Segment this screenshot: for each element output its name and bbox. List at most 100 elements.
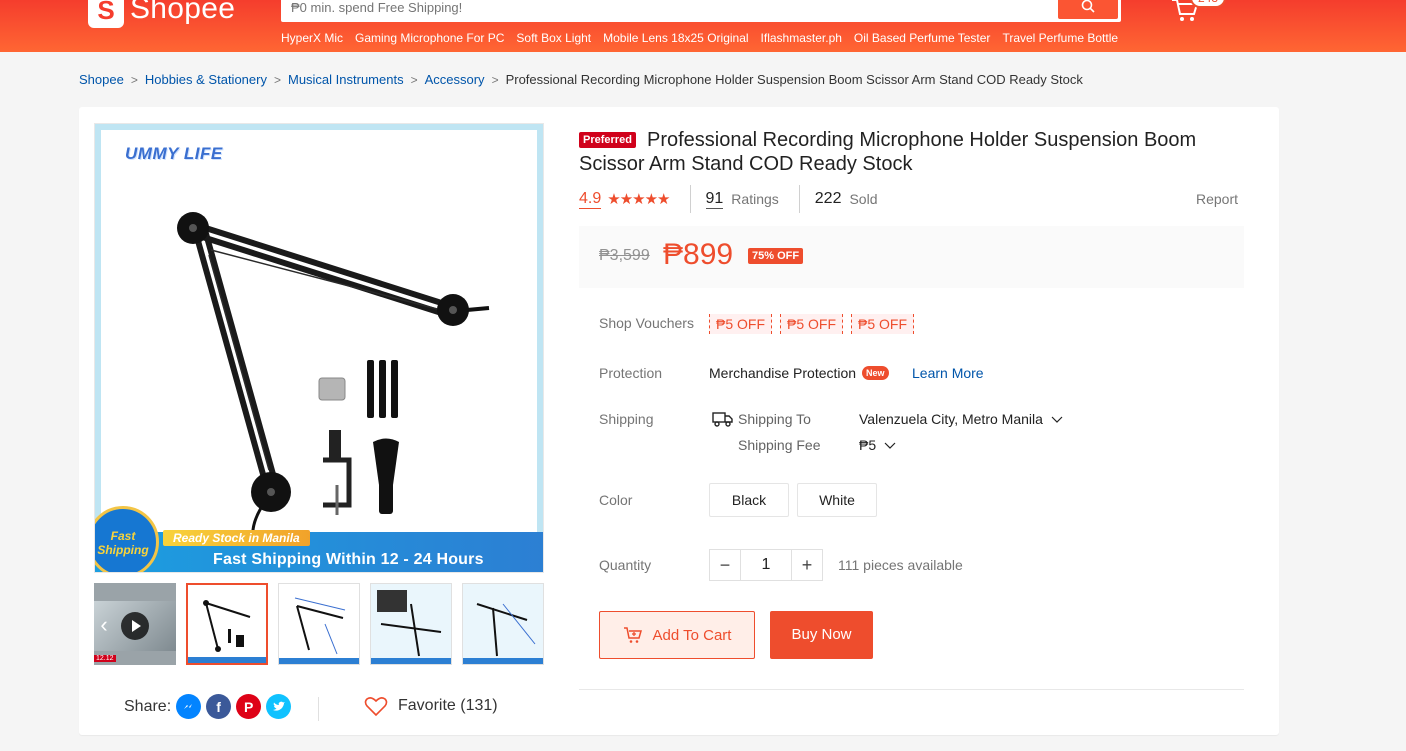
twitter-glyph — [272, 701, 285, 711]
suggestion-link[interactable]: Mobile Lens 18x25 Original — [603, 31, 748, 45]
shipping-to-value: Valenzuela City, Metro Manila — [859, 411, 1043, 427]
quantity-label: Quantity — [599, 557, 652, 573]
sold-count: 222 — [814, 190, 842, 207]
new-badge: New — [862, 366, 889, 380]
heart-icon — [364, 697, 388, 717]
chevron-down-icon — [884, 442, 896, 450]
divider — [798, 185, 800, 213]
product-main-image[interactable]: UMMY LIFE Fast Shipping Within 12 - 24 H… — [94, 123, 544, 573]
shipping-fee-value: ₱5 — [859, 437, 877, 453]
current-price: ₱899 — [663, 238, 734, 271]
chevron-right-icon: > — [410, 72, 418, 87]
breadcrumb-link[interactable]: Hobbies & Stationery — [145, 72, 267, 87]
search-button[interactable] — [1058, 0, 1118, 19]
badge-line: Shipping — [97, 543, 149, 557]
add-cart-icon — [623, 627, 642, 643]
breadcrumb: Shopee > Hobbies & Stationery > Musical … — [79, 72, 1083, 87]
suggestion-link[interactable]: Soft Box Light — [516, 31, 591, 45]
original-price: ₱3,599 — [599, 247, 650, 264]
quantity-input[interactable]: 1 — [741, 549, 791, 581]
favorite-label: Favorite (131) — [398, 697, 498, 714]
thumbnail-image[interactable] — [462, 583, 544, 665]
thumbnail-strip: 12.12 — [94, 583, 544, 665]
search-input[interactable] — [291, 0, 991, 15]
color-option-white[interactable]: White — [797, 483, 877, 517]
image-canvas: UMMY LIFE — [101, 130, 537, 564]
suggestion-link[interactable]: Gaming Microphone For PC — [355, 31, 504, 45]
suggestion-link[interactable]: Iflashmaster.ph — [761, 31, 842, 45]
ratings-count[interactable]: 91 — [705, 190, 724, 209]
rating-value[interactable]: 4.9 — [579, 190, 602, 209]
pinterest-icon[interactable]: P — [236, 694, 262, 719]
chevron-right-icon: > — [491, 72, 499, 87]
play-icon — [121, 612, 149, 640]
divider — [579, 689, 1244, 690]
facebook-icon[interactable]: f — [206, 694, 232, 719]
stock-available: 111 pieces available — [838, 557, 963, 573]
chevron-down-icon — [1051, 416, 1063, 424]
divider — [318, 697, 319, 721]
discount-badge: 75% OFF — [748, 248, 804, 264]
banner-text: Fast Shipping Within 12 - 24 Hours — [213, 551, 484, 568]
protection-text: Merchandise Protection — [709, 365, 857, 381]
messenger-glyph — [183, 703, 192, 709]
divider — [689, 185, 691, 213]
report-link[interactable]: Report — [1196, 191, 1238, 207]
protection-label: Protection — [599, 365, 663, 381]
share-row: Share: f P — [124, 694, 292, 719]
angle-thumb — [463, 584, 543, 664]
twitter-icon[interactable] — [266, 694, 292, 719]
shipping-fee-dropdown[interactable]: ₱5 — [859, 437, 896, 453]
detail-thumb — [371, 584, 451, 664]
suggestion-link[interactable]: Travel Perfume Bottle — [1002, 31, 1118, 45]
chevron-right-icon: > — [273, 72, 281, 87]
learn-more-link[interactable]: Learn More — [912, 365, 984, 381]
quantity-increase-button[interactable]: + — [791, 549, 823, 581]
favorite-button[interactable]: Favorite (131) — [364, 695, 498, 717]
share-label: Share: — [124, 697, 172, 715]
sale-tag: 12.12 — [94, 655, 116, 662]
product-stats: 4.9 ★★★★★ 91 Ratings 222 Sold — [579, 185, 878, 213]
breadcrumb-link[interactable]: Shopee — [79, 72, 124, 87]
truck-icon — [712, 412, 733, 427]
suggestion-link[interactable]: HyperX Mic — [281, 31, 343, 45]
top-header: S Shopee HyperX Mic Gaming Microphone Fo… — [0, 0, 1406, 52]
sold-label: Sold — [849, 191, 878, 207]
voucher-chip[interactable]: ₱5 OFF — [780, 314, 844, 334]
logo-text: Shopee — [130, 0, 236, 25]
breadcrumb-link[interactable]: Musical Instruments — [288, 72, 404, 87]
voucher-chip[interactable]: ₱5 OFF — [851, 314, 915, 334]
quantity-decrease-button[interactable]: − — [709, 549, 741, 581]
boom-arm-thumb — [188, 585, 266, 663]
cart-count-badge: 243 — [1190, 0, 1227, 8]
boom-arm-illustration — [177, 212, 490, 541]
chevron-left-icon[interactable]: ‹ — [94, 612, 114, 640]
ratings-label: Ratings — [731, 191, 779, 207]
breadcrumb-link[interactable]: Accessory — [425, 72, 485, 87]
color-option-black[interactable]: Black — [709, 483, 789, 517]
product-title: Professional Recording Microphone Holder… — [579, 129, 1197, 175]
star-rating-icon: ★★★★★ — [607, 191, 670, 208]
messenger-icon[interactable] — [176, 694, 202, 719]
thumbnail-image[interactable] — [370, 583, 452, 665]
buy-now-button[interactable]: Buy Now — [770, 611, 873, 659]
shipping-to-dropdown[interactable]: Valenzuela City, Metro Manila — [859, 411, 1063, 427]
breadcrumb-current: Professional Recording Microphone Holder… — [505, 72, 1083, 87]
ready-stock-tag: Ready Stock in Manila — [163, 530, 310, 546]
thumbnail-image[interactable] — [278, 583, 360, 665]
badge-line: Fast — [110, 529, 136, 543]
search-bar — [281, 0, 1121, 22]
shopee-bag-icon: S — [88, 0, 124, 28]
vouchers-label: Shop Vouchers — [599, 315, 694, 331]
search-suggestions: HyperX Mic Gaming Microphone For PC Soft… — [281, 31, 1118, 45]
color-label: Color — [599, 492, 633, 508]
search-icon — [1081, 0, 1095, 13]
thumbnail-image[interactable] — [186, 583, 268, 665]
suggestion-link[interactable]: Oil Based Perfume Tester — [854, 31, 991, 45]
shopee-logo[interactable]: S Shopee — [88, 0, 235, 28]
cart-button[interactable]: 243 — [1170, 0, 1227, 27]
voucher-chip[interactable]: ₱5 OFF — [709, 314, 773, 334]
add-to-cart-label: Add To Cart — [652, 626, 732, 644]
add-to-cart-button[interactable]: Add To Cart — [599, 611, 755, 659]
shipping-label: Shipping — [599, 411, 654, 427]
